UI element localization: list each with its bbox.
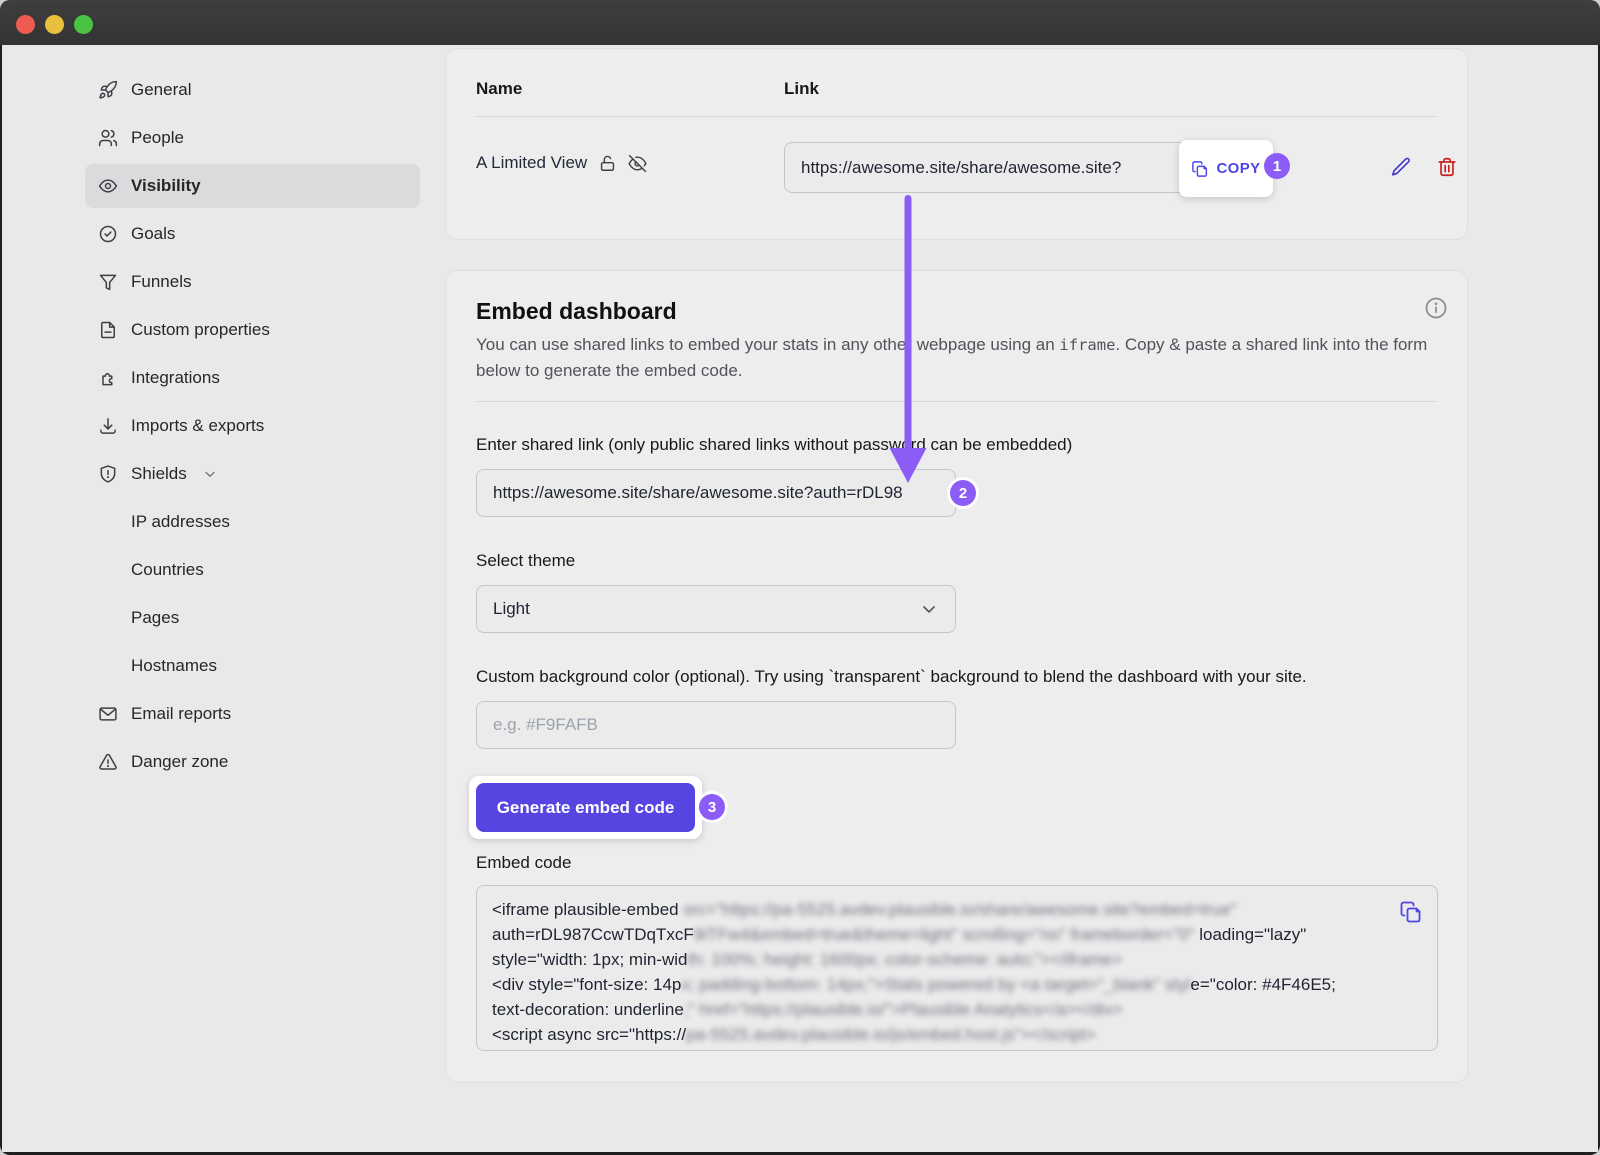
code-line: style="width: 1px; min-width: 100%; heig… xyxy=(492,947,1393,972)
sidebar-item-pages[interactable]: Pages xyxy=(85,596,420,640)
name-column-header: Name xyxy=(476,79,522,99)
generate-embed-code-button[interactable]: Generate embed code xyxy=(476,783,695,832)
embed-description-text: You can use shared links to embed your s… xyxy=(476,335,1059,354)
sidebar-item-label: Funnels xyxy=(131,272,191,292)
theme-field-label: Select theme xyxy=(476,551,1446,571)
rocket-icon xyxy=(98,80,118,100)
sidebar-item-label: Visibility xyxy=(131,176,201,196)
embed-code-textarea[interactable]: <iframe plausible-embed src="https://pa-… xyxy=(476,885,1438,1051)
warning-icon xyxy=(98,752,118,772)
shared-link-name: A Limited View xyxy=(476,153,587,173)
minimize-window-button[interactable] xyxy=(45,15,64,34)
info-icon[interactable] xyxy=(1424,296,1448,320)
app-window: General People Visibility Goals Funnels … xyxy=(0,0,1600,1155)
sidebar-item-countries[interactable]: Countries xyxy=(85,548,420,592)
check-circle-icon xyxy=(98,224,118,244)
code-line: <iframe plausible-embed src="https://pa-… xyxy=(492,897,1393,922)
code-line: auth=rDL987CcwTDqTxcF9iTFw4&embed=true&t… xyxy=(492,922,1393,947)
link-column-header: Link xyxy=(784,79,819,99)
sidebar-item-label: Hostnames xyxy=(131,656,217,676)
shared-link-row: A Limited View xyxy=(476,153,647,173)
code-line: text-decoration: underline;" href="https… xyxy=(492,997,1393,1022)
theme-selected-value: Light xyxy=(493,599,530,619)
unlock-icon xyxy=(598,154,617,173)
trash-icon xyxy=(1436,156,1458,178)
settings-sidebar: General People Visibility Goals Funnels … xyxy=(2,45,445,1152)
edit-link-button[interactable] xyxy=(1390,156,1412,178)
bg-color-field-label: Custom background color (optional). Try … xyxy=(476,667,1446,687)
table-header-divider xyxy=(476,116,1437,117)
sidebar-item-label: Pages xyxy=(131,608,179,628)
code-line: <div style="font-size: 14px; padding-bot… xyxy=(492,972,1393,997)
sidebar-item-hostnames[interactable]: Hostnames xyxy=(85,644,420,688)
main-panel: Name Link A Limited View COPY 1 xyxy=(445,45,1598,1152)
code-line: <script async src="https://pa-5525.avdev… xyxy=(492,1022,1393,1047)
embed-dashboard-title: Embed dashboard xyxy=(476,298,677,325)
funnel-icon xyxy=(98,272,118,292)
document-icon xyxy=(98,320,118,340)
sidebar-item-label: Integrations xyxy=(131,368,220,388)
sidebar-item-visibility[interactable]: Visibility xyxy=(85,164,420,208)
shared-link-url-input[interactable] xyxy=(784,142,1246,193)
copy-icon xyxy=(1191,160,1209,178)
sidebar-item-label: IP addresses xyxy=(131,512,230,532)
puzzle-icon xyxy=(98,368,118,388)
sidebar-item-label: Countries xyxy=(131,560,204,580)
shared-links-card: Name Link A Limited View COPY 1 xyxy=(445,48,1468,240)
iframe-code-token: iframe xyxy=(1059,336,1115,354)
section-divider xyxy=(476,401,1437,402)
chevron-down-icon xyxy=(202,466,218,482)
sidebar-item-general[interactable]: General xyxy=(85,68,420,112)
sidebar-item-label: Email reports xyxy=(131,704,231,724)
bg-color-input[interactable] xyxy=(476,701,956,749)
sidebar-item-shields[interactable]: Shields xyxy=(85,452,420,496)
sidebar-item-label: Shields xyxy=(131,464,187,484)
close-window-button[interactable] xyxy=(16,15,35,34)
download-icon xyxy=(98,416,118,436)
sidebar-item-label: Goals xyxy=(131,224,175,244)
step-2-badge: 2 xyxy=(950,480,976,506)
step-3-badge: 3 xyxy=(699,794,725,820)
sidebar-item-imports-exports[interactable]: Imports & exports xyxy=(85,404,420,448)
eye-off-icon xyxy=(628,154,647,173)
page-content: General People Visibility Goals Funnels … xyxy=(2,45,1598,1152)
people-icon xyxy=(98,128,118,148)
sidebar-item-custom-properties[interactable]: Custom properties xyxy=(85,308,420,352)
sidebar-item-danger-zone[interactable]: Danger zone xyxy=(85,740,420,784)
copy-embed-code-button[interactable] xyxy=(1399,900,1423,924)
step-1-badge: 1 xyxy=(1264,153,1290,179)
sidebar-item-goals[interactable]: Goals xyxy=(85,212,420,256)
sidebar-item-people[interactable]: People xyxy=(85,116,420,160)
sidebar-item-integrations[interactable]: Integrations xyxy=(85,356,420,400)
window-titlebar xyxy=(0,0,1600,45)
zoom-window-button[interactable] xyxy=(74,15,93,34)
sidebar-item-label: General xyxy=(131,80,191,100)
shield-icon xyxy=(98,464,118,484)
sidebar-item-label: Danger zone xyxy=(131,752,228,772)
eye-icon xyxy=(98,176,118,196)
sidebar-item-ip-addresses[interactable]: IP addresses xyxy=(85,500,420,544)
sidebar-item-email-reports[interactable]: Email reports xyxy=(85,692,420,736)
copy-button-label: COPY xyxy=(1216,160,1260,177)
chevron-down-icon xyxy=(919,599,939,619)
mail-icon xyxy=(98,704,118,724)
delete-link-button[interactable] xyxy=(1436,156,1458,178)
copy-link-button[interactable]: COPY xyxy=(1179,140,1273,197)
embed-code-field-label: Embed code xyxy=(476,853,1446,873)
sidebar-item-funnels[interactable]: Funnels xyxy=(85,260,420,304)
embed-dashboard-card: Embed dashboard You can use shared links… xyxy=(445,270,1468,1083)
shared-link-field-label: Enter shared link (only public shared li… xyxy=(476,435,1446,455)
theme-select[interactable]: Light xyxy=(476,585,956,633)
embed-shared-link-input[interactable] xyxy=(476,469,956,517)
sidebar-item-label: Imports & exports xyxy=(131,416,264,436)
sidebar-item-label: Custom properties xyxy=(131,320,270,340)
sidebar-item-label: People xyxy=(131,128,184,148)
pencil-icon xyxy=(1390,156,1412,178)
embed-description: You can use shared links to embed your s… xyxy=(476,332,1444,384)
